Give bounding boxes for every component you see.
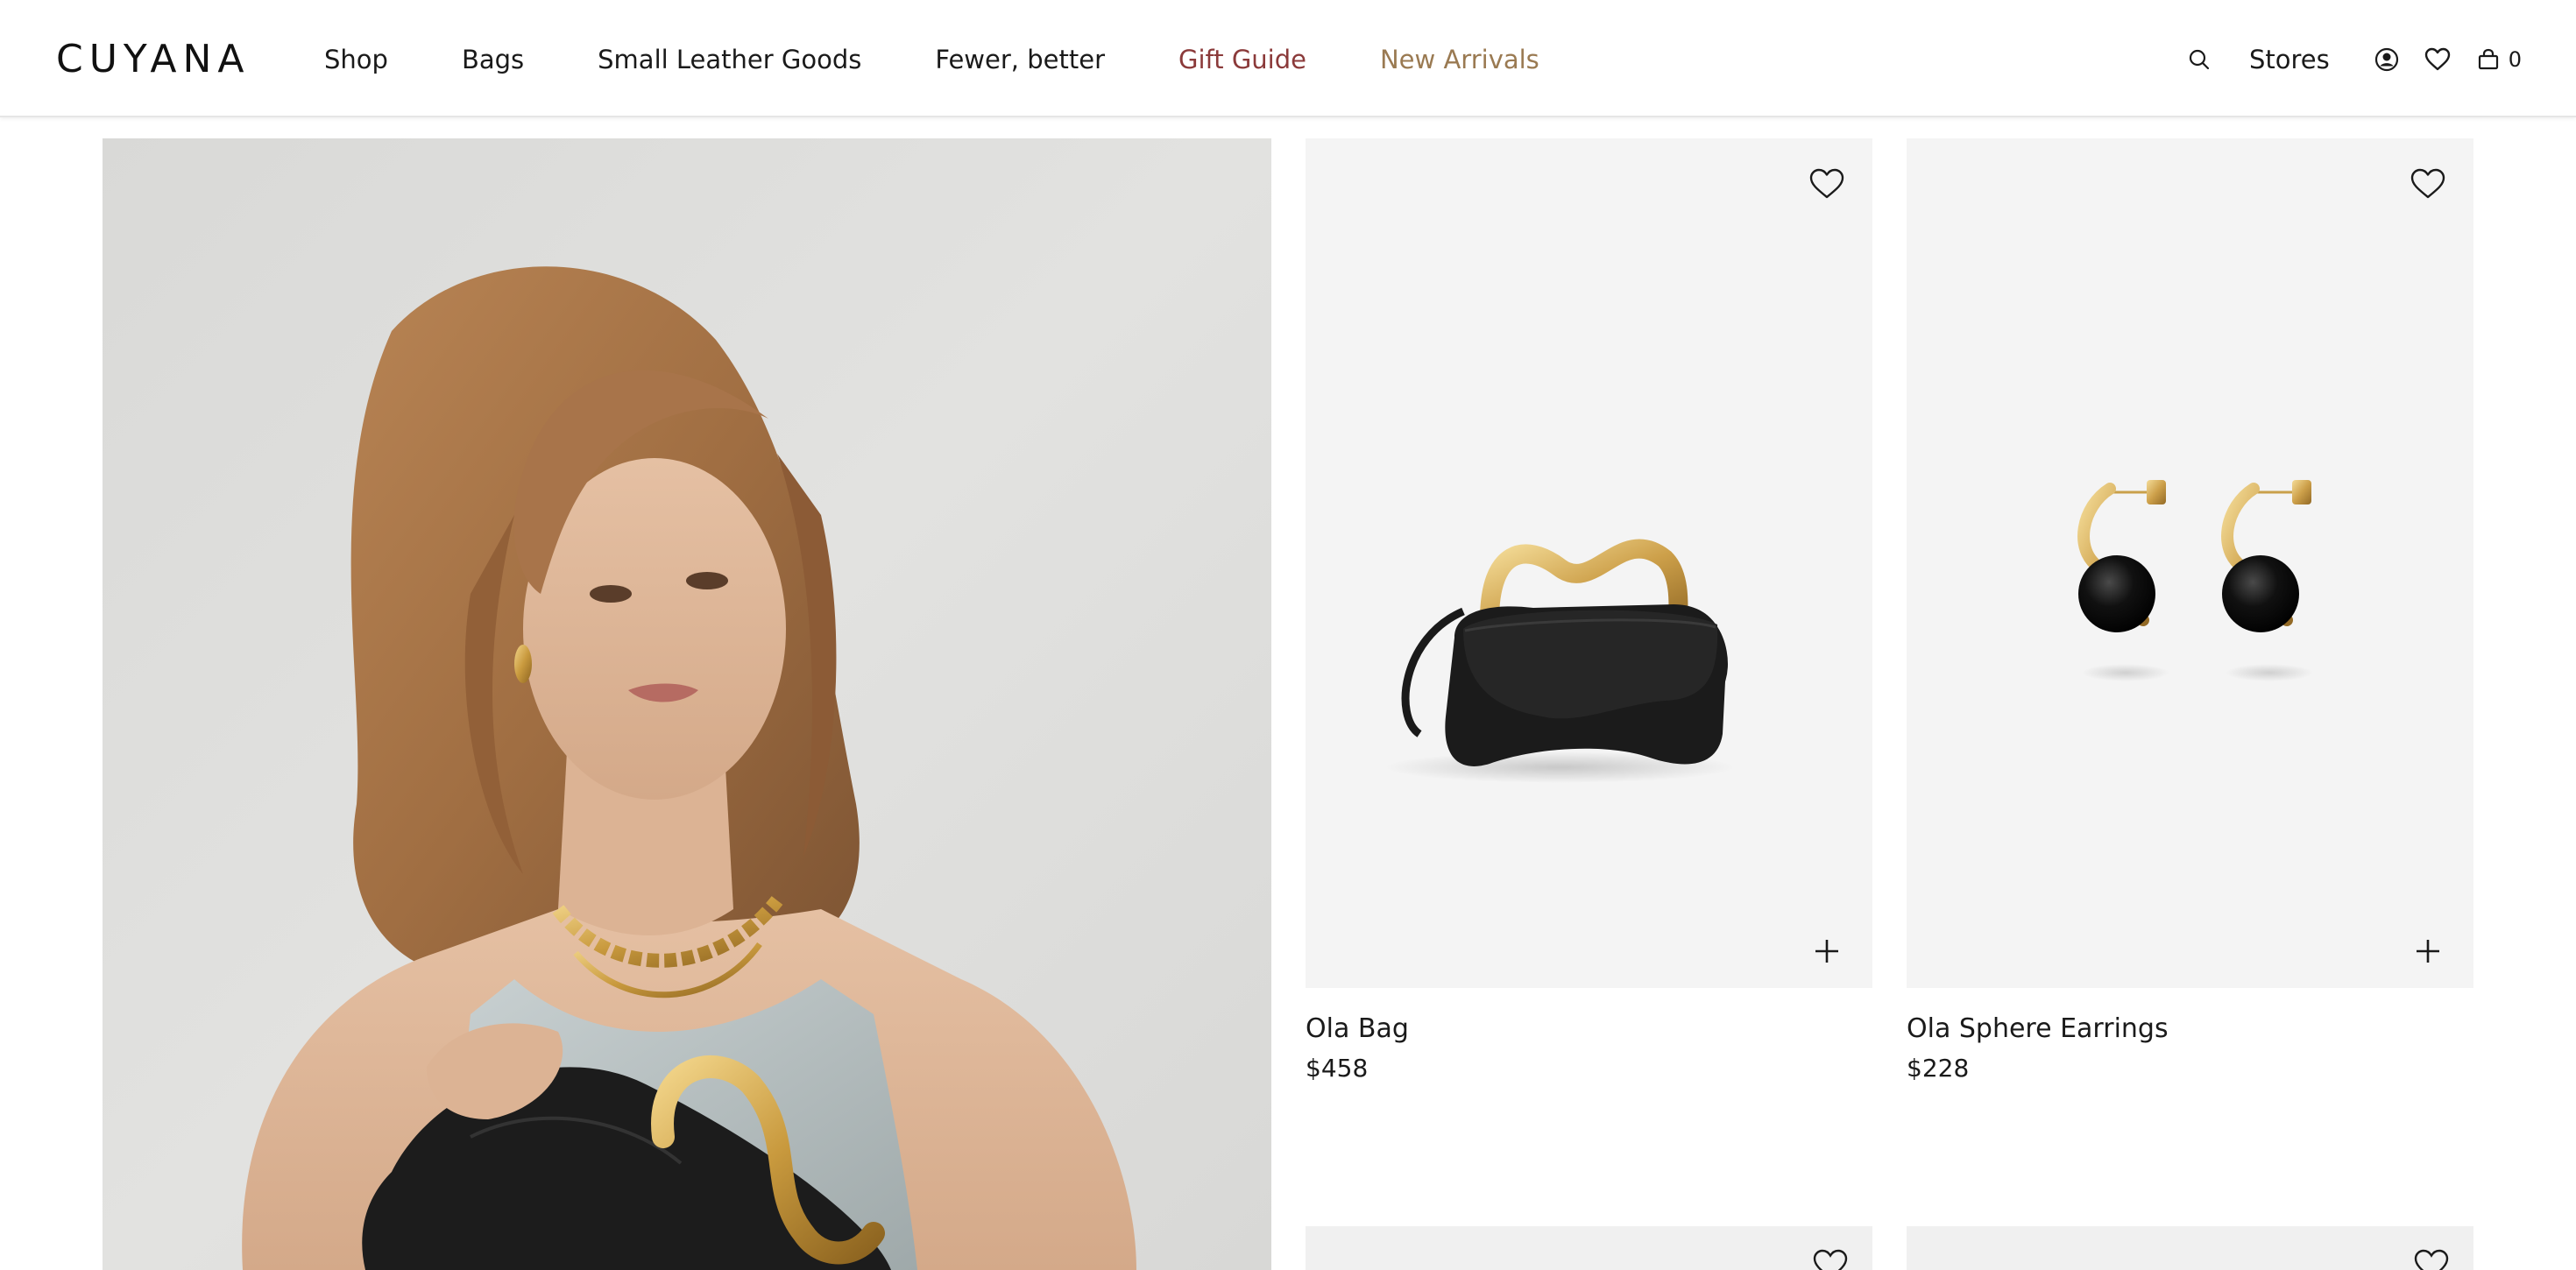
product-name[interactable]: Ola Bag	[1306, 1012, 1872, 1046]
bag-icon[interactable]	[2473, 45, 2503, 74]
product-card-partial[interactable]	[1907, 1226, 2473, 1270]
product-name[interactable]: Ola Sphere Earrings	[1907, 1012, 2473, 1046]
hero-lifestyle-image[interactable]	[103, 138, 1271, 1270]
product-image[interactable]	[1907, 138, 2473, 988]
nav-item-shop[interactable]: Shop	[324, 45, 388, 74]
wishlist-icon[interactable]	[2407, 163, 2449, 205]
product-price: $228	[1907, 1054, 1970, 1083]
brand-logo[interactable]: CUYANA	[56, 40, 251, 79]
nav-item-bags[interactable]: Bags	[462, 45, 524, 74]
wishlist-icon[interactable]	[1806, 163, 1848, 205]
product-image[interactable]	[1306, 138, 1872, 988]
add-to-bag-button[interactable]	[2409, 932, 2447, 970]
account-icon[interactable]	[2372, 45, 2402, 74]
product-card[interactable]: Ola Sphere Earrings $228	[1907, 138, 2473, 1084]
nav-item-new-arrivals[interactable]: New Arrivals	[1380, 45, 1539, 74]
header-tools: Stores 0	[2184, 39, 2522, 81]
product-price: $458	[1306, 1054, 1369, 1083]
wishlist-icon[interactable]	[2414, 1249, 2449, 1270]
earrings-illustration	[2077, 480, 2313, 681]
main-nav: Shop Bags Small Leather Goods Fewer, bet…	[324, 40, 1539, 79]
add-to-bag-button[interactable]	[1808, 932, 1846, 970]
stores-link[interactable]: Stores	[2249, 45, 2330, 74]
site-header: CUYANA Shop Bags Small Leather Goods Few…	[0, 0, 2576, 117]
nav-item-fewer-better[interactable]: Fewer, better	[935, 45, 1105, 74]
product-card-partial[interactable]	[1306, 1226, 1872, 1270]
nav-item-small-leather-goods[interactable]: Small Leather Goods	[598, 45, 861, 74]
product-card[interactable]: Ola Bag $458	[1306, 138, 1872, 1084]
cart-count: 0	[2508, 47, 2522, 72]
handbag-illustration	[1384, 539, 1735, 783]
wishlist-icon[interactable]	[2423, 45, 2452, 74]
nav-item-gift-guide[interactable]: Gift Guide	[1178, 45, 1306, 74]
search-icon[interactable]	[2184, 45, 2214, 74]
wishlist-icon[interactable]	[1813, 1249, 1848, 1270]
